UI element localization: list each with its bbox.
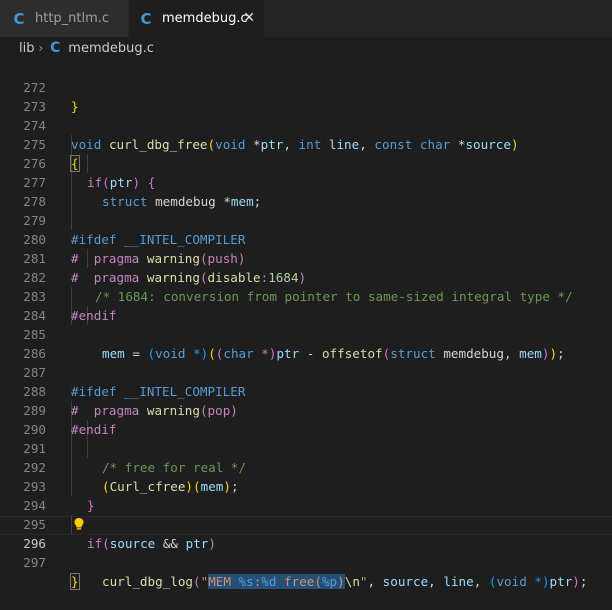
- code-line: 293 }: [0, 458, 612, 513]
- code-line: 276 if(ptr) {: [0, 135, 612, 190]
- breadcrumb: lib › C memdebug.c: [0, 37, 612, 59]
- code-line: 290: [0, 401, 612, 437]
- code-line: 288 # pragma warning(pop): [0, 363, 612, 418]
- code-line: 280 # pragma warning(push): [0, 211, 612, 266]
- code-line: 292 (Curl_cfree)(mem);: [0, 439, 612, 494]
- c-file-icon: C: [13, 9, 25, 28]
- code-line: 272 }: [0, 59, 612, 114]
- code-line: 275 {: [0, 116, 612, 172]
- code-line: 287 #ifdef __INTEL_COMPILER: [0, 344, 612, 399]
- code-line: 278: [0, 173, 612, 209]
- tab-label: http_ntlm.c: [35, 11, 110, 26]
- code-line: 279 #ifdef __INTEL_COMPILER: [0, 192, 612, 247]
- lightbulb-icon[interactable]: [73, 517, 85, 531]
- tab-label: memdebug.c: [162, 11, 248, 26]
- code-line: 295 if(source && ptr): [0, 496, 612, 551]
- tab-memdebug[interactable]: C memdebug.c ✕: [129, 0, 264, 37]
- code-line: 273: [0, 78, 612, 114]
- code-line-active: 296 curl_dbg_log("MEM %s:%d free(%p)\n",…: [0, 515, 612, 589]
- tab-http-ntlm[interactable]: C http_ntlm.c: [0, 0, 128, 37]
- code-text: curl_dbg_log("MEM %s:%d free(%p)\n", sou…: [102, 574, 588, 589]
- breadcrumb-folder[interactable]: lib: [19, 41, 34, 56]
- c-file-icon: C: [50, 40, 61, 56]
- close-icon[interactable]: ✕: [243, 10, 255, 26]
- code-line: 285 mem = (void *)((char *)ptr - offseto…: [0, 306, 612, 361]
- code-line: 284: [0, 287, 612, 323]
- c-file-icon: C: [140, 9, 152, 28]
- code-text: }: [70, 573, 80, 590]
- code-editor[interactable]: 272 } 273 274 void curl_dbg_free(void *p…: [0, 59, 612, 590]
- tab-bar: C http_ntlm.c C memdebug.c ✕: [0, 0, 612, 37]
- code-line: 289 #endif: [0, 382, 612, 437]
- code-line: 291 /* free for real */: [0, 420, 612, 475]
- code-line: 297 }: [0, 534, 612, 590]
- code-line: 286: [0, 325, 612, 361]
- breadcrumb-file[interactable]: memdebug.c: [68, 41, 154, 56]
- code-line: 294: [0, 477, 612, 513]
- line-number: 297: [23, 555, 46, 570]
- code-line: 277 struct memdebug *mem;: [0, 154, 612, 209]
- code-line: 274 void curl_dbg_free(void *ptr, int li…: [0, 97, 612, 152]
- code-line: 283 #endif: [0, 268, 612, 323]
- code-line: 282 /* 1684: conversion from pointer to …: [0, 249, 612, 304]
- code-line: 281 # pragma warning(disable:1684): [0, 230, 612, 285]
- chevron-right-icon: ›: [38, 41, 44, 55]
